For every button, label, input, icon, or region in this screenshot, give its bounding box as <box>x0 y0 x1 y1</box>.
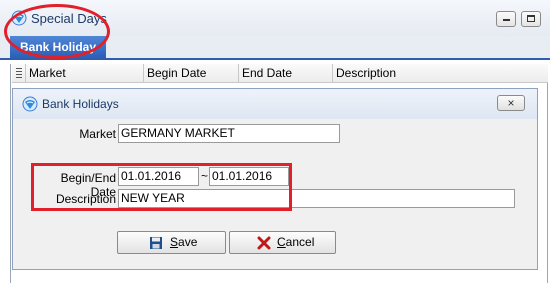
cancel-x-icon <box>257 236 271 250</box>
save-icon <box>150 237 162 249</box>
column-header-market[interactable]: Market <box>26 64 144 82</box>
column-header-begin-date[interactable]: Begin Date <box>144 64 239 82</box>
minimize-icon <box>503 19 510 21</box>
minimize-button[interactable] <box>496 11 516 27</box>
cancel-button-label: Cancel <box>277 235 315 249</box>
description-label: Description <box>55 192 116 206</box>
close-icon: × <box>507 96 515 110</box>
dialog-app-icon <box>22 96 38 112</box>
grid-right-border <box>547 64 548 283</box>
row-selector-icon <box>16 68 22 78</box>
window-titlebar: Special Days <box>0 0 550 36</box>
tab-strip: Bank Holiday <box>0 36 550 60</box>
app-icon <box>11 10 27 26</box>
maximize-button[interactable] <box>521 11 541 27</box>
tab-bank-holiday[interactable]: Bank Holiday <box>10 36 106 58</box>
date-range-separator: ~ <box>200 169 208 183</box>
market-field[interactable]: GERMANY MARKET <box>118 124 340 143</box>
cancel-button[interactable]: Cancel <box>229 231 336 254</box>
begin-date-field[interactable]: 01.01.2016 <box>118 167 199 186</box>
end-date-field[interactable]: 01.01.2016 <box>209 167 289 186</box>
grid-left-border <box>10 64 11 283</box>
window-title: Special Days <box>31 11 107 26</box>
dialog-titlebar: Bank Holidays × <box>13 89 537 119</box>
dialog-title: Bank Holidays <box>42 97 119 111</box>
grid-header: Market Begin Date End Date Description <box>12 64 548 83</box>
market-label: Market <box>79 127 116 141</box>
row-selector-header[interactable] <box>12 64 26 82</box>
column-header-end-date[interactable]: End Date <box>239 64 333 82</box>
description-field[interactable]: NEW YEAR <box>118 189 515 208</box>
maximize-icon <box>527 15 535 22</box>
column-header-description[interactable]: Description <box>333 64 548 82</box>
dialog-close-button[interactable]: × <box>497 95 525 111</box>
save-button[interactable]: Save <box>117 231 226 254</box>
save-button-label: Save <box>170 235 198 249</box>
